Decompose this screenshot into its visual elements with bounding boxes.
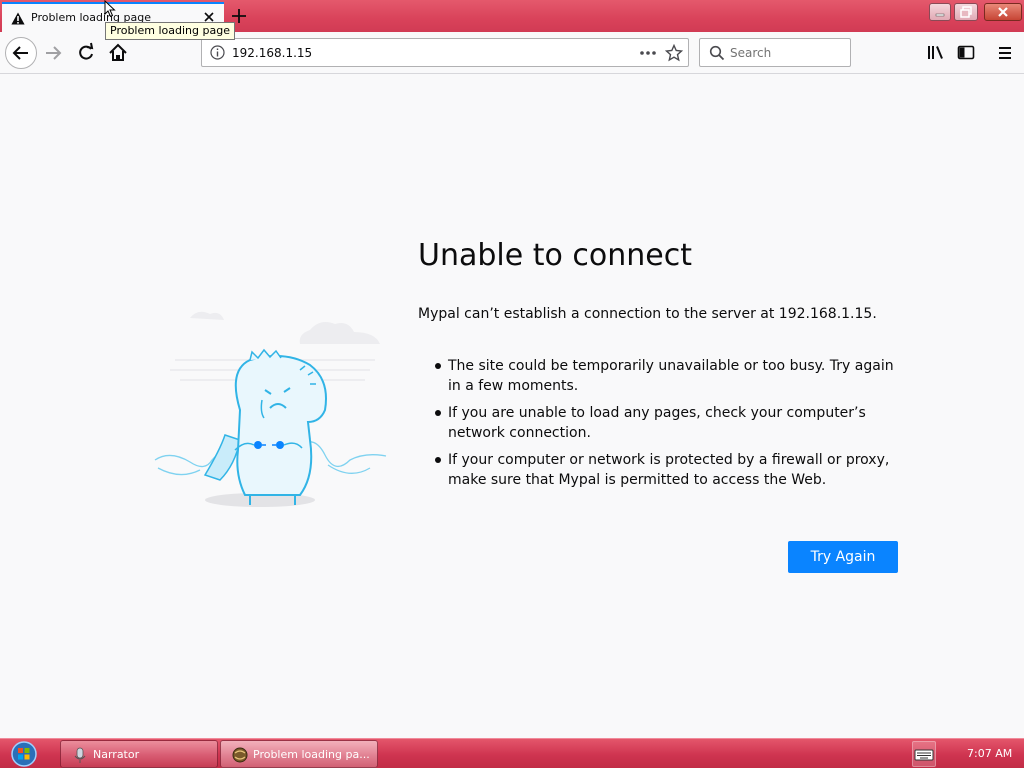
tab-tooltip: Problem loading page: [105, 22, 235, 40]
back-icon: [12, 46, 28, 60]
search-bar[interactable]: [699, 38, 851, 67]
search-icon: [709, 45, 725, 61]
taskbar-item-narrator[interactable]: Narrator: [60, 740, 218, 768]
window-close-button[interactable]: [984, 3, 1022, 21]
list-item: If your computer or network is protected…: [432, 450, 910, 490]
library-button[interactable]: [921, 38, 951, 68]
reload-icon: [79, 42, 94, 60]
restore-icon: [960, 6, 972, 18]
start-orb-icon[interactable]: [6, 740, 42, 768]
error-title: Unable to connect: [418, 238, 692, 273]
sidebar-button[interactable]: [951, 38, 981, 68]
forward-button[interactable]: [40, 38, 70, 68]
minimize-icon: [935, 13, 945, 17]
taskbar-item-label: Narrator: [93, 748, 140, 761]
restore-button[interactable]: [954, 3, 978, 21]
try-again-button[interactable]: Try Again: [788, 541, 898, 573]
taskbar-item-label: Problem loading pa...: [253, 748, 370, 761]
taskbar-item-browser[interactable]: Problem loading pa...: [220, 740, 378, 768]
list-item: The site could be temporarily unavailabl…: [432, 356, 910, 396]
taskbar: Narrator Problem loading pa... 7:07 AM: [0, 738, 1024, 768]
error-suggestion-list: The site could be temporarily unavailabl…: [432, 356, 910, 497]
search-input[interactable]: [730, 44, 842, 62]
menu-button[interactable]: [990, 38, 1020, 68]
browser-icon: [232, 747, 248, 763]
window-close-icon: [998, 7, 1008, 17]
error-description: Mypal can’t establish a connection to th…: [418, 306, 877, 322]
info-icon[interactable]: [210, 45, 225, 60]
url-bar[interactable]: 192.168.1.15: [201, 38, 689, 67]
home-icon: [109, 43, 127, 61]
unplugged-dinosaur-illustration: [154, 311, 387, 507]
minimize-button[interactable]: [929, 3, 951, 21]
menu-icon: [999, 47, 1011, 59]
url-text[interactable]: 192.168.1.15: [232, 46, 312, 60]
forward-icon: [46, 46, 62, 60]
star-icon[interactable]: [665, 44, 683, 62]
keyboard-glyph-icon: [914, 749, 934, 761]
home-button[interactable]: [103, 38, 133, 68]
sidebar-icon: [957, 45, 975, 60]
mouse-cursor-icon: [104, 0, 116, 18]
keyboard-icon[interactable]: [912, 741, 936, 767]
back-button[interactable]: [5, 37, 37, 69]
clock: 7:07 AM: [967, 747, 1013, 760]
library-icon: [928, 46, 943, 59]
warning-icon: [11, 12, 25, 25]
more-icon[interactable]: [638, 45, 658, 61]
reload-button[interactable]: [71, 38, 101, 68]
narrator-icon: [74, 747, 86, 763]
list-item: If you are unable to load any pages, che…: [432, 403, 910, 443]
